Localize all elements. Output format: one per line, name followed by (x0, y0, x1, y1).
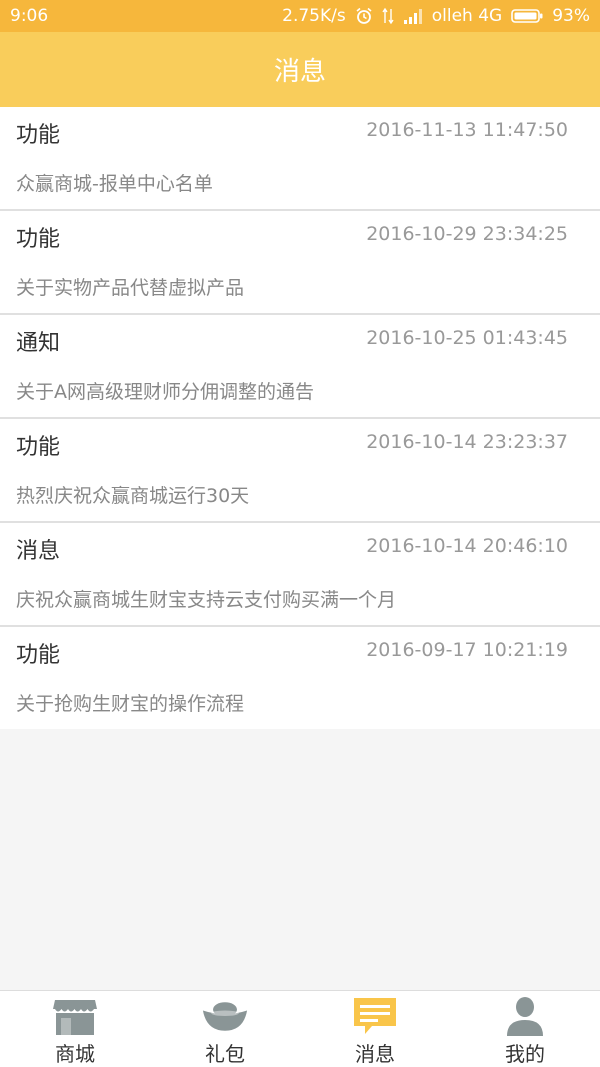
message-title: 关于抢购生财宝的操作流程 (16, 693, 245, 715)
message-time: 2016-10-14 23:23:37 (366, 431, 568, 453)
nav-label-profile: 我的 (505, 1042, 545, 1066)
message-time: 2016-10-14 20:46:10 (366, 535, 568, 557)
nav-label-gift: 礼包 (205, 1042, 245, 1066)
nav-item-store[interactable]: 商城 (0, 991, 150, 1067)
message-list: 功能 2016-11-13 11:47:50 众赢商城-报单中心名单 功能 20… (0, 107, 600, 729)
nav-item-profile[interactable]: 我的 (450, 991, 600, 1067)
message-title: 热烈庆祝众赢商城运行30天 (16, 485, 250, 507)
message-type: 功能 (16, 435, 61, 460)
battery-icon (511, 8, 543, 24)
message-time: 2016-10-25 01:43:45 (366, 327, 568, 349)
message-type: 消息 (16, 539, 61, 564)
message-icon (352, 996, 398, 1036)
nav-item-gift[interactable]: 礼包 (150, 991, 300, 1067)
network-speed: 2.75K/s (282, 6, 346, 26)
page-header: 消息 (0, 32, 600, 107)
message-title: 众赢商城-报单中心名单 (16, 173, 213, 195)
message-item[interactable]: 功能 2016-10-14 23:23:37 热烈庆祝众赢商城运行30天 (0, 419, 600, 523)
status-bar: 9:06 2.75K/s olleh 4G 93% (0, 0, 600, 32)
app-screen: 9:06 2.75K/s olleh 4G 93% 消息 功能 2016-11-… (0, 0, 600, 1067)
gift-icon (202, 996, 248, 1036)
page-title: 消息 (273, 57, 326, 87)
alarm-icon (355, 7, 373, 25)
message-type: 通知 (16, 331, 61, 356)
status-right: 2.75K/s olleh 4G 93% (282, 6, 590, 26)
store-icon (52, 996, 98, 1036)
message-title: 关于实物产品代替虚拟产品 (16, 277, 245, 299)
battery-percent: 93% (552, 6, 590, 26)
nav-label-messages: 消息 (355, 1042, 395, 1066)
user-icon (502, 996, 548, 1036)
signal-icon (403, 8, 423, 24)
nav-item-messages[interactable]: 消息 (300, 991, 450, 1067)
message-item[interactable]: 功能 2016-11-13 11:47:50 众赢商城-报单中心名单 (0, 107, 600, 211)
message-time: 2016-10-29 23:34:25 (366, 223, 568, 245)
message-time: 2016-11-13 11:47:50 (366, 119, 568, 141)
message-type: 功能 (16, 643, 61, 668)
carrier-name: olleh 4G (431, 6, 503, 26)
message-item[interactable]: 功能 2016-09-17 10:21:19 关于抢购生财宝的操作流程 (0, 627, 600, 729)
data-transfer-icon (382, 7, 394, 25)
message-item[interactable]: 功能 2016-10-29 23:34:25 关于实物产品代替虚拟产品 (0, 211, 600, 315)
nav-label-store: 商城 (55, 1042, 95, 1066)
message-title: 关于A网高级理财师分佣调整的通告 (16, 381, 314, 403)
message-item[interactable]: 消息 2016-10-14 20:46:10 庆祝众赢商城生财宝支持云支付购买满… (0, 523, 600, 627)
status-time: 9:06 (10, 6, 49, 26)
message-type: 功能 (16, 227, 61, 252)
message-type: 功能 (16, 123, 61, 148)
message-time: 2016-09-17 10:21:19 (366, 639, 568, 661)
message-title: 庆祝众赢商城生财宝支持云支付购买满一个月 (16, 589, 397, 611)
bottom-nav: 商城 礼包 消息 我的 (0, 990, 600, 1067)
message-item[interactable]: 通知 2016-10-25 01:43:45 关于A网高级理财师分佣调整的通告 (0, 315, 600, 419)
